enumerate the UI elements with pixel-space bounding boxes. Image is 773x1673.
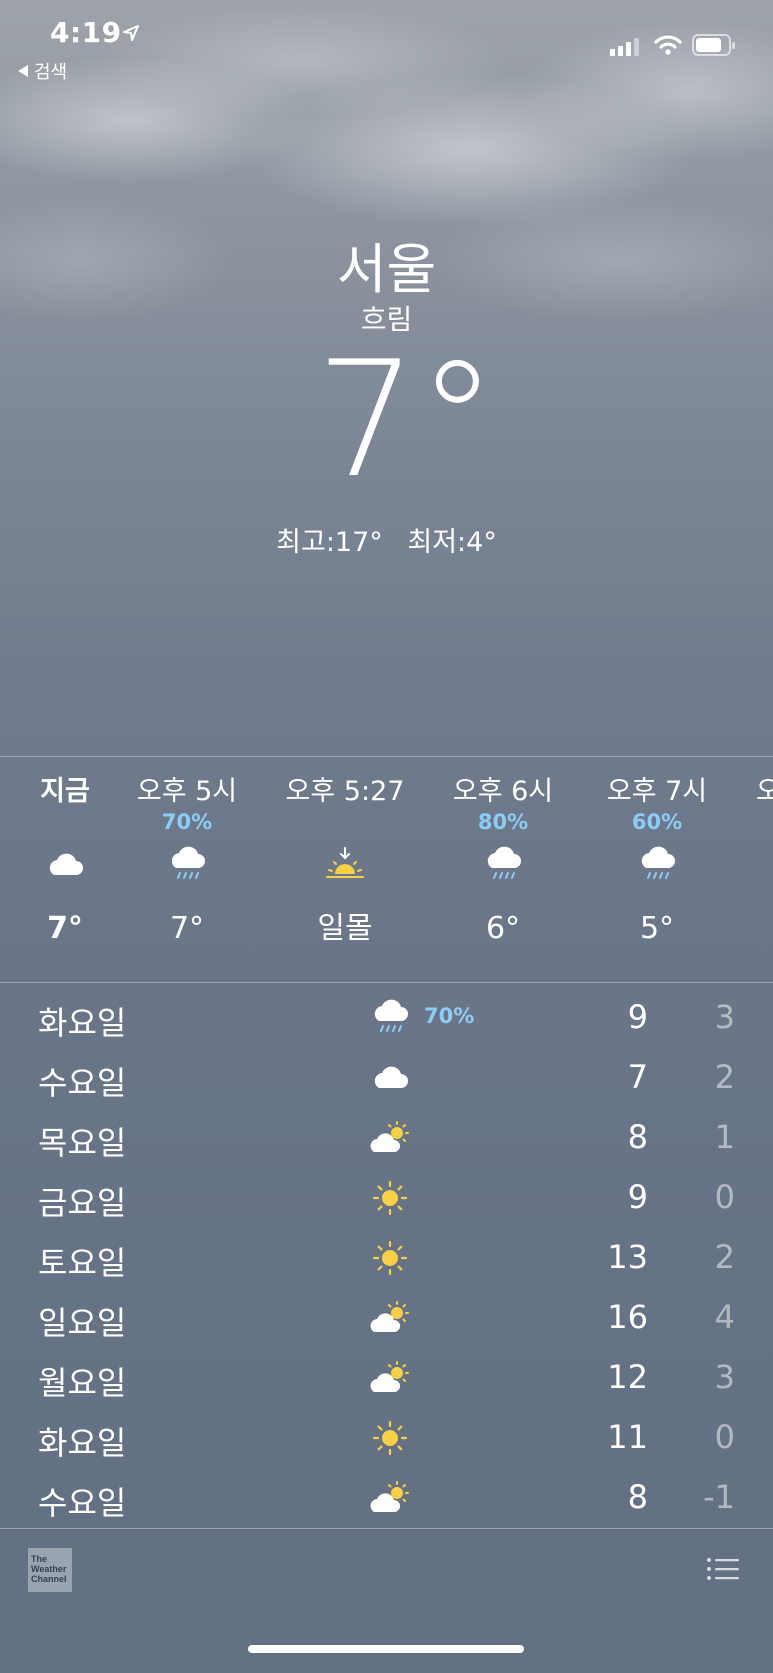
- sun-icon: [372, 1180, 408, 1216]
- hourly-item: 오후 5:27 일몰: [270, 757, 420, 949]
- weather-channel-logo[interactable]: The Weather Channel: [28, 1548, 72, 1592]
- sun-icon: [372, 1240, 408, 1276]
- battery-icon: [692, 34, 735, 56]
- high-low-temperature: 최고:17° 최저:4°: [0, 520, 773, 559]
- hour-precip: 80%: [477, 810, 529, 834]
- daily-row: 수요일 7 2: [0, 1050, 773, 1110]
- daily-row: 금요일 9 0: [0, 1170, 773, 1230]
- back-label: 검색: [34, 62, 68, 83]
- day-high: 8: [627, 1118, 648, 1156]
- day-high: 12: [607, 1358, 648, 1396]
- day-precip: 70%: [424, 1004, 475, 1028]
- sunset-icon: [326, 847, 364, 878]
- day-low: 3: [714, 998, 735, 1036]
- partly-sunny-icon: [370, 1121, 409, 1152]
- home-indicator[interactable]: [248, 1645, 524, 1653]
- hour-label: 오: [756, 776, 773, 807]
- day-name: 수요일: [38, 1484, 127, 1522]
- divider: [0, 982, 773, 983]
- day-high: 9: [627, 998, 648, 1036]
- current-temperature: 7°: [315, 326, 498, 513]
- hour-label: 오후 5시: [136, 776, 238, 807]
- hourly-forecast[interactable]: 지금 7° 오후 5시 70% 7° 오후 5:27 일몰 오후 6시 80% …: [0, 757, 773, 982]
- daily-row: 화요일 11 0: [0, 1410, 773, 1470]
- rain-icon: [487, 846, 521, 879]
- rain-icon: [641, 846, 675, 879]
- hour-precip: 70%: [161, 810, 213, 834]
- day-high: 8: [627, 1478, 648, 1516]
- list-icon[interactable]: [706, 1556, 740, 1582]
- status-time: 4:19: [50, 16, 122, 49]
- day-name: 화요일: [38, 1004, 127, 1042]
- divider: [0, 1528, 773, 1529]
- day-low: 0: [714, 1418, 735, 1456]
- back-to-search-link[interactable]: 검색: [18, 58, 67, 84]
- day-name: 금요일: [38, 1184, 127, 1222]
- day-low: 2: [714, 1238, 735, 1276]
- day-high: 9: [627, 1178, 648, 1216]
- partly-sunny-icon: [370, 1301, 409, 1332]
- daily-row: 월요일 12 3: [0, 1350, 773, 1410]
- day-low: 0: [714, 1178, 735, 1216]
- day-high: 7: [627, 1058, 648, 1096]
- hour-temp: 일몰: [317, 911, 373, 946]
- hour-label: 오후 6시: [452, 776, 554, 807]
- day-name: 수요일: [38, 1064, 127, 1102]
- location-arrow-icon: [123, 25, 139, 41]
- partly-sunny-icon: [370, 1481, 409, 1512]
- hourly-item: 오후 5시 70% 7°: [112, 757, 262, 949]
- day-low: 4: [714, 1298, 735, 1336]
- day-low: -1: [703, 1478, 735, 1516]
- day-name: 토요일: [38, 1244, 127, 1282]
- hourly-item: 오후 6시 80% 6°: [428, 757, 578, 949]
- daily-forecast: 화요일 70% 9 3 수요일 7 2 목요일 8 1 금요일 9 0 토요일 …: [0, 990, 773, 1530]
- day-low: 2: [714, 1058, 735, 1096]
- sun-icon: [372, 1420, 408, 1456]
- rain-icon: [171, 846, 205, 879]
- hour-temp: 5°: [639, 911, 675, 946]
- daily-row: 목요일 8 1: [0, 1110, 773, 1170]
- day-high: 11: [607, 1418, 648, 1456]
- high-temperature: 최고:17°: [276, 527, 383, 558]
- hour-precip: [270, 809, 420, 835]
- day-low: 3: [714, 1358, 735, 1396]
- day-high: 13: [607, 1238, 648, 1276]
- city-name: 서울: [336, 238, 437, 301]
- daily-row: 토요일 13 2: [0, 1230, 773, 1290]
- hour-temp: 6°: [485, 911, 521, 946]
- back-arrow-icon: [18, 65, 28, 77]
- day-low: 1: [714, 1118, 735, 1156]
- day-name: 일요일: [38, 1304, 127, 1342]
- partly-sunny-icon: [370, 1361, 409, 1392]
- hour-temp: 7°: [169, 911, 205, 946]
- hour-label: 오후 5:27: [285, 776, 405, 807]
- rain-icon: [374, 999, 408, 1032]
- day-name: 목요일: [38, 1124, 127, 1162]
- cloud-icon: [49, 853, 83, 875]
- low-temperature: 최저:4°: [407, 527, 497, 558]
- day-name: 화요일: [38, 1424, 127, 1462]
- daily-row: 수요일 8 -1: [0, 1470, 773, 1530]
- wifi-icon: [654, 35, 682, 55]
- day-high: 16: [607, 1298, 648, 1336]
- cloud-icon: [374, 1066, 408, 1088]
- day-name: 월요일: [38, 1364, 127, 1402]
- daily-row: 화요일 70% 9 3: [0, 990, 773, 1050]
- hour-precip: 60%: [631, 810, 683, 834]
- daily-row: 일요일 16 4: [0, 1290, 773, 1350]
- hourly-item: 오: [682, 757, 773, 809]
- cellular-signal-icon: [610, 38, 639, 56]
